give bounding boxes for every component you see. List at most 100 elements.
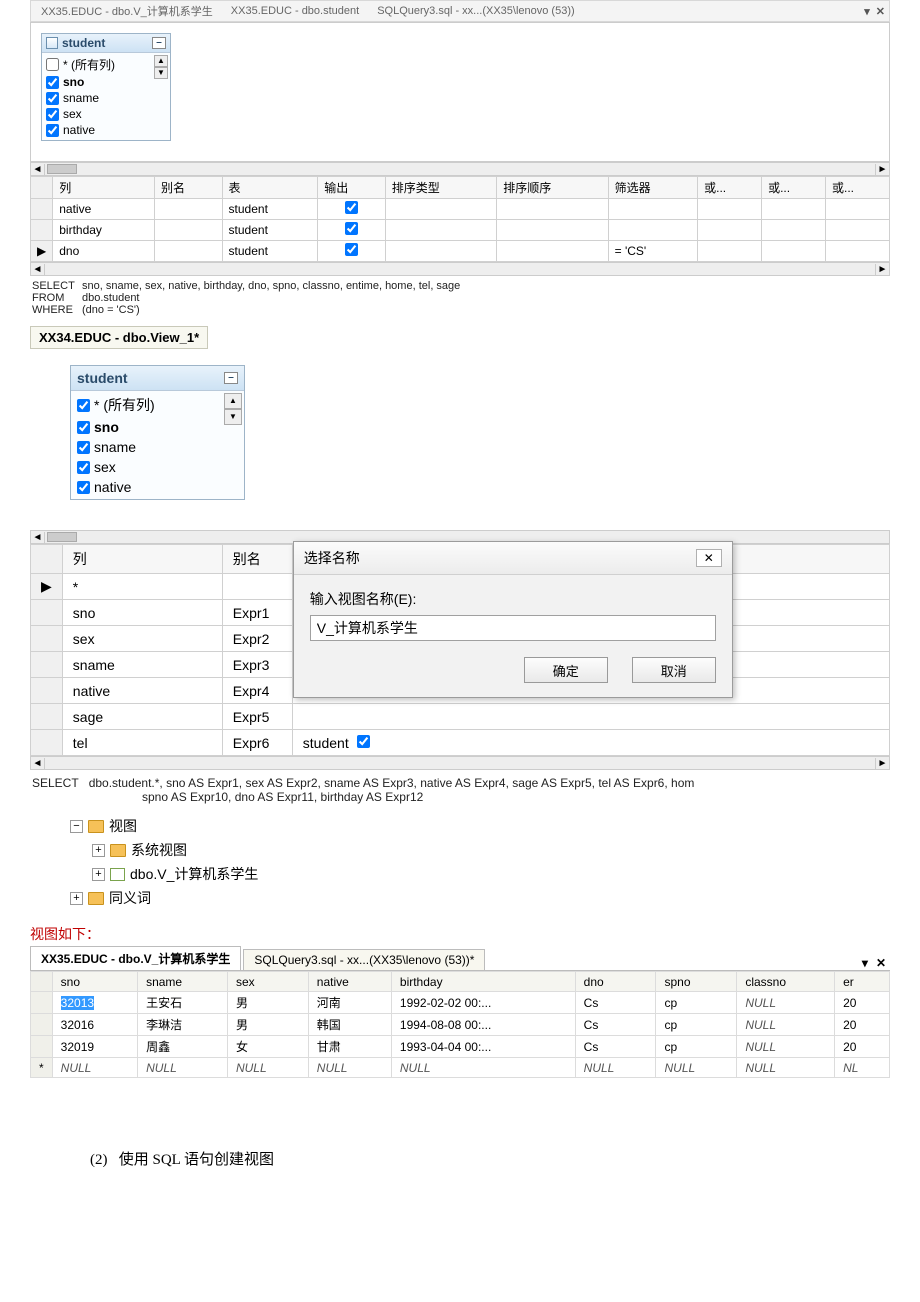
- hdr-alias: 别名: [154, 177, 222, 199]
- alias-row[interactable]: sageExpr5: [31, 704, 890, 730]
- hscrollbar[interactable]: ◄ ►: [30, 262, 890, 276]
- hdr-sex: sex: [227, 972, 308, 992]
- scroll-thumb[interactable]: [47, 164, 77, 174]
- chk-sex[interactable]: [77, 461, 90, 474]
- sql-text: dbo.student.*, sno AS Expr1, sex AS Expr…: [89, 776, 695, 790]
- hdr-alias: 别名: [222, 545, 292, 574]
- tab-view[interactable]: XX35.EDUC - dbo.V_计算机系学生: [35, 2, 219, 20]
- chevron-down-icon[interactable]: ▾: [858, 956, 872, 970]
- tab-student[interactable]: XX35.EDUC - dbo.student: [225, 4, 365, 18]
- cell-sno[interactable]: 32013: [61, 996, 94, 1010]
- tree-synonyms[interactable]: 同义词: [109, 888, 151, 908]
- chevron-down-icon[interactable]: ▾: [864, 5, 870, 18]
- tab-result-sql[interactable]: SQLQuery3.sql - xx...(XX35\lenovo (53))*: [243, 949, 485, 970]
- folder-icon: [110, 844, 126, 857]
- criteria-row[interactable]: ▶ dno student = 'CS': [31, 241, 890, 262]
- scroll-right-icon[interactable]: ►: [875, 264, 889, 275]
- cell-alias[interactable]: [154, 199, 222, 220]
- folder-icon: [88, 820, 104, 833]
- dialog-label: 输入视图名称(E):: [310, 589, 716, 609]
- kw-from: FROM: [32, 292, 82, 304]
- scroll-up-icon[interactable]: ▲: [224, 393, 242, 409]
- data-row[interactable]: * NULLNULL NULLNULL NULLNULL NULLNULL NL: [31, 1058, 890, 1078]
- sql-pane-2: SELECT dbo.student.*, sno AS Expr1, sex …: [30, 770, 890, 810]
- col-sex: sex: [63, 107, 82, 121]
- expand-icon[interactable]: +: [92, 868, 105, 881]
- choose-name-dialog: 选择名称 ✕ 输入视图名称(E): 确定 取消: [293, 541, 733, 698]
- cell-table[interactable]: student: [222, 220, 318, 241]
- scroll-right-icon[interactable]: ►: [875, 164, 889, 175]
- chk-sname[interactable]: [77, 441, 90, 454]
- object-explorer-tree: − 视图 + 系统视图 + dbo.V_计算机系学生 + 同义词: [70, 814, 258, 910]
- table-title: student: [77, 370, 128, 386]
- step-text: 使用 SQL 语句创建视图: [119, 1152, 274, 1168]
- col-all: * (所有列): [63, 56, 115, 73]
- chk-native[interactable]: [46, 124, 59, 137]
- chk-output[interactable]: [357, 735, 370, 748]
- ok-button[interactable]: 确定: [524, 657, 608, 683]
- chk-all[interactable]: [46, 58, 59, 71]
- close-icon[interactable]: ✕: [872, 956, 890, 970]
- chk-sno[interactable]: [77, 421, 90, 434]
- chk-output[interactable]: [345, 201, 358, 214]
- col-native: native: [94, 479, 131, 495]
- cancel-button[interactable]: 取消: [632, 657, 716, 683]
- close-icon[interactable]: ✕: [696, 549, 722, 567]
- chk-all[interactable]: [77, 399, 90, 412]
- collapse-icon[interactable]: −: [70, 820, 83, 833]
- data-row[interactable]: 32013 王安石男河南 1992-02-02 00:...Cscp NULL2…: [31, 992, 890, 1014]
- scroll-down-icon[interactable]: ▼: [224, 409, 242, 425]
- cell-col[interactable]: dno: [53, 241, 155, 262]
- cell-col[interactable]: birthday: [53, 220, 155, 241]
- scroll-left-icon[interactable]: ◄: [31, 758, 45, 769]
- cell-table[interactable]: student: [222, 199, 318, 220]
- chk-output[interactable]: [345, 243, 358, 256]
- sql-where: (dno = 'CS'): [82, 304, 140, 316]
- hdr-native: native: [308, 972, 391, 992]
- hdr-sno: sno: [52, 972, 137, 992]
- chk-sname[interactable]: [46, 92, 59, 105]
- tree-views[interactable]: 视图: [109, 816, 137, 836]
- criteria-row[interactable]: native student: [31, 199, 890, 220]
- scroll-down-icon[interactable]: ▼: [154, 67, 168, 79]
- result-tabstrip: XX35.EDUC - dbo.V_计算机系学生 SQLQuery3.sql -…: [30, 946, 890, 971]
- tab-view1[interactable]: XX34.EDUC - dbo.View_1*: [30, 326, 208, 349]
- alias-row[interactable]: telExpr6student: [31, 730, 890, 756]
- hscrollbar[interactable]: ◄ ►: [30, 162, 890, 176]
- minimize-icon[interactable]: –: [152, 37, 166, 49]
- chk-output[interactable]: [345, 222, 358, 235]
- minimize-icon[interactable]: –: [224, 372, 238, 384]
- expand-icon[interactable]: +: [92, 844, 105, 857]
- expand-icon[interactable]: +: [70, 892, 83, 905]
- scroll-right-icon[interactable]: ►: [875, 758, 889, 769]
- scroll-left-icon[interactable]: ◄: [31, 532, 45, 543]
- scroll-left-icon[interactable]: ◄: [31, 264, 45, 275]
- hdr-col: 列: [62, 545, 222, 574]
- table-student-small[interactable]: student – * (所有列) sno sname sex native ▲…: [41, 33, 171, 141]
- cell-col[interactable]: native: [53, 199, 155, 220]
- hdr-sname: sname: [138, 972, 228, 992]
- tree-sysviews[interactable]: 系统视图: [131, 840, 187, 860]
- cell-filter[interactable]: = 'CS': [608, 241, 698, 262]
- sql-pane: SELECTsno, sname, sex, native, birthday,…: [30, 276, 890, 320]
- tab-result-view[interactable]: XX35.EDUC - dbo.V_计算机系学生: [30, 946, 241, 970]
- folder-icon: [88, 892, 104, 905]
- hscrollbar[interactable]: ◄ ►: [30, 756, 890, 770]
- scroll-up-icon[interactable]: ▲: [154, 55, 168, 67]
- scroll-thumb[interactable]: [47, 532, 77, 542]
- data-row[interactable]: 32016李琳洁男 韩国1994-08-08 00:...Cs cpNULL20: [31, 1014, 890, 1036]
- data-row[interactable]: 32019周鑫女 甘肃1993-04-04 00:...Cs cpNULL20: [31, 1036, 890, 1058]
- chk-native[interactable]: [77, 481, 90, 494]
- table-student-big[interactable]: student – * (所有列) sno sname sex native ▲…: [70, 365, 245, 500]
- view-name-input[interactable]: [310, 615, 716, 641]
- chk-sno[interactable]: [46, 76, 59, 89]
- tab-sqlquery[interactable]: SQLQuery3.sql - xx...(XX35\lenovo (53)): [371, 4, 580, 18]
- dialog-title: 选择名称: [304, 548, 360, 568]
- scroll-left-icon[interactable]: ◄: [31, 164, 45, 175]
- criteria-row[interactable]: birthday student: [31, 220, 890, 241]
- chk-sex[interactable]: [46, 108, 59, 121]
- tree-viewname[interactable]: dbo.V_计算机系学生: [130, 864, 258, 884]
- close-icon[interactable]: ✕: [876, 5, 885, 18]
- hdr-birthday: birthday: [391, 972, 575, 992]
- cell-table[interactable]: student: [222, 241, 318, 262]
